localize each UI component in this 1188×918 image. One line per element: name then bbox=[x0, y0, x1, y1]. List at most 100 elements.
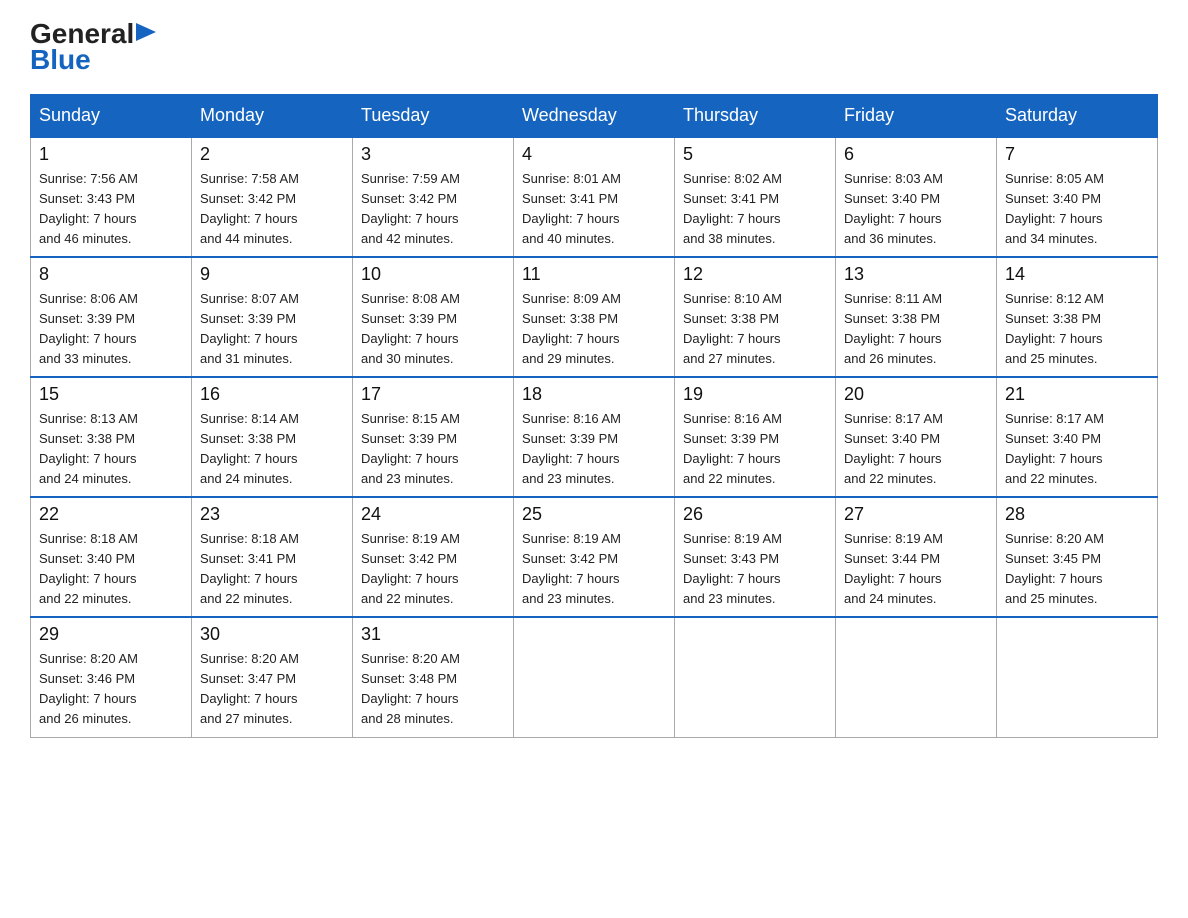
calendar-cell: 23 Sunrise: 8:18 AM Sunset: 3:41 PM Dayl… bbox=[192, 497, 353, 617]
day-number: 6 bbox=[844, 144, 988, 165]
day-info: Sunrise: 8:19 AM Sunset: 3:43 PM Dayligh… bbox=[683, 529, 827, 610]
day-number: 29 bbox=[39, 624, 183, 645]
week-row-1: 1 Sunrise: 7:56 AM Sunset: 3:43 PM Dayli… bbox=[31, 137, 1158, 257]
day-info: Sunrise: 8:11 AM Sunset: 3:38 PM Dayligh… bbox=[844, 289, 988, 370]
calendar-cell: 28 Sunrise: 8:20 AM Sunset: 3:45 PM Dayl… bbox=[997, 497, 1158, 617]
day-info: Sunrise: 8:17 AM Sunset: 3:40 PM Dayligh… bbox=[1005, 409, 1149, 490]
calendar-cell bbox=[836, 617, 997, 737]
day-number: 16 bbox=[200, 384, 344, 405]
calendar-cell: 21 Sunrise: 8:17 AM Sunset: 3:40 PM Dayl… bbox=[997, 377, 1158, 497]
day-info: Sunrise: 8:08 AM Sunset: 3:39 PM Dayligh… bbox=[361, 289, 505, 370]
day-info: Sunrise: 7:56 AM Sunset: 3:43 PM Dayligh… bbox=[39, 169, 183, 250]
calendar-cell: 30 Sunrise: 8:20 AM Sunset: 3:47 PM Dayl… bbox=[192, 617, 353, 737]
logo-blue-text: Blue bbox=[30, 44, 91, 76]
day-info: Sunrise: 8:20 AM Sunset: 3:46 PM Dayligh… bbox=[39, 649, 183, 730]
calendar-cell: 2 Sunrise: 7:58 AM Sunset: 3:42 PM Dayli… bbox=[192, 137, 353, 257]
week-row-2: 8 Sunrise: 8:06 AM Sunset: 3:39 PM Dayli… bbox=[31, 257, 1158, 377]
day-info: Sunrise: 8:14 AM Sunset: 3:38 PM Dayligh… bbox=[200, 409, 344, 490]
day-number: 23 bbox=[200, 504, 344, 525]
day-info: Sunrise: 8:06 AM Sunset: 3:39 PM Dayligh… bbox=[39, 289, 183, 370]
calendar-table: SundayMondayTuesdayWednesdayThursdayFrid… bbox=[30, 94, 1158, 738]
day-info: Sunrise: 8:16 AM Sunset: 3:39 PM Dayligh… bbox=[522, 409, 666, 490]
day-info: Sunrise: 8:20 AM Sunset: 3:45 PM Dayligh… bbox=[1005, 529, 1149, 610]
logo: General Blue bbox=[30, 20, 156, 76]
day-number: 26 bbox=[683, 504, 827, 525]
logo-arrow-icon bbox=[136, 21, 156, 43]
calendar-cell: 11 Sunrise: 8:09 AM Sunset: 3:38 PM Dayl… bbox=[514, 257, 675, 377]
calendar-cell: 5 Sunrise: 8:02 AM Sunset: 3:41 PM Dayli… bbox=[675, 137, 836, 257]
day-info: Sunrise: 7:58 AM Sunset: 3:42 PM Dayligh… bbox=[200, 169, 344, 250]
day-number: 24 bbox=[361, 504, 505, 525]
day-info: Sunrise: 8:15 AM Sunset: 3:39 PM Dayligh… bbox=[361, 409, 505, 490]
day-number: 21 bbox=[1005, 384, 1149, 405]
day-info: Sunrise: 8:16 AM Sunset: 3:39 PM Dayligh… bbox=[683, 409, 827, 490]
calendar-cell: 14 Sunrise: 8:12 AM Sunset: 3:38 PM Dayl… bbox=[997, 257, 1158, 377]
day-number: 20 bbox=[844, 384, 988, 405]
day-number: 11 bbox=[522, 264, 666, 285]
day-info: Sunrise: 8:13 AM Sunset: 3:38 PM Dayligh… bbox=[39, 409, 183, 490]
day-info: Sunrise: 8:01 AM Sunset: 3:41 PM Dayligh… bbox=[522, 169, 666, 250]
calendar-cell: 16 Sunrise: 8:14 AM Sunset: 3:38 PM Dayl… bbox=[192, 377, 353, 497]
calendar-cell: 4 Sunrise: 8:01 AM Sunset: 3:41 PM Dayli… bbox=[514, 137, 675, 257]
calendar-cell: 24 Sunrise: 8:19 AM Sunset: 3:42 PM Dayl… bbox=[353, 497, 514, 617]
calendar-cell: 17 Sunrise: 8:15 AM Sunset: 3:39 PM Dayl… bbox=[353, 377, 514, 497]
calendar-header-row: SundayMondayTuesdayWednesdayThursdayFrid… bbox=[31, 95, 1158, 138]
calendar-cell: 31 Sunrise: 8:20 AM Sunset: 3:48 PM Dayl… bbox=[353, 617, 514, 737]
day-info: Sunrise: 8:17 AM Sunset: 3:40 PM Dayligh… bbox=[844, 409, 988, 490]
header-sunday: Sunday bbox=[31, 95, 192, 138]
day-number: 1 bbox=[39, 144, 183, 165]
day-number: 12 bbox=[683, 264, 827, 285]
day-number: 18 bbox=[522, 384, 666, 405]
day-number: 13 bbox=[844, 264, 988, 285]
calendar-cell: 27 Sunrise: 8:19 AM Sunset: 3:44 PM Dayl… bbox=[836, 497, 997, 617]
day-number: 30 bbox=[200, 624, 344, 645]
calendar-cell: 7 Sunrise: 8:05 AM Sunset: 3:40 PM Dayli… bbox=[997, 137, 1158, 257]
day-info: Sunrise: 7:59 AM Sunset: 3:42 PM Dayligh… bbox=[361, 169, 505, 250]
day-info: Sunrise: 8:12 AM Sunset: 3:38 PM Dayligh… bbox=[1005, 289, 1149, 370]
calendar-cell: 29 Sunrise: 8:20 AM Sunset: 3:46 PM Dayl… bbox=[31, 617, 192, 737]
calendar-cell: 18 Sunrise: 8:16 AM Sunset: 3:39 PM Dayl… bbox=[514, 377, 675, 497]
day-info: Sunrise: 8:10 AM Sunset: 3:38 PM Dayligh… bbox=[683, 289, 827, 370]
day-info: Sunrise: 8:20 AM Sunset: 3:48 PM Dayligh… bbox=[361, 649, 505, 730]
day-number: 3 bbox=[361, 144, 505, 165]
day-number: 10 bbox=[361, 264, 505, 285]
calendar-cell bbox=[675, 617, 836, 737]
day-number: 4 bbox=[522, 144, 666, 165]
calendar-cell: 15 Sunrise: 8:13 AM Sunset: 3:38 PM Dayl… bbox=[31, 377, 192, 497]
day-number: 9 bbox=[200, 264, 344, 285]
day-info: Sunrise: 8:02 AM Sunset: 3:41 PM Dayligh… bbox=[683, 169, 827, 250]
calendar-cell bbox=[997, 617, 1158, 737]
calendar-cell: 1 Sunrise: 7:56 AM Sunset: 3:43 PM Dayli… bbox=[31, 137, 192, 257]
day-info: Sunrise: 8:07 AM Sunset: 3:39 PM Dayligh… bbox=[200, 289, 344, 370]
header-tuesday: Tuesday bbox=[353, 95, 514, 138]
day-info: Sunrise: 8:18 AM Sunset: 3:41 PM Dayligh… bbox=[200, 529, 344, 610]
day-info: Sunrise: 8:18 AM Sunset: 3:40 PM Dayligh… bbox=[39, 529, 183, 610]
day-number: 2 bbox=[200, 144, 344, 165]
day-info: Sunrise: 8:05 AM Sunset: 3:40 PM Dayligh… bbox=[1005, 169, 1149, 250]
day-number: 8 bbox=[39, 264, 183, 285]
day-number: 27 bbox=[844, 504, 988, 525]
header-saturday: Saturday bbox=[997, 95, 1158, 138]
calendar-cell: 12 Sunrise: 8:10 AM Sunset: 3:38 PM Dayl… bbox=[675, 257, 836, 377]
day-number: 25 bbox=[522, 504, 666, 525]
calendar-cell: 20 Sunrise: 8:17 AM Sunset: 3:40 PM Dayl… bbox=[836, 377, 997, 497]
day-info: Sunrise: 8:19 AM Sunset: 3:44 PM Dayligh… bbox=[844, 529, 988, 610]
calendar-cell: 22 Sunrise: 8:18 AM Sunset: 3:40 PM Dayl… bbox=[31, 497, 192, 617]
week-row-3: 15 Sunrise: 8:13 AM Sunset: 3:38 PM Dayl… bbox=[31, 377, 1158, 497]
calendar-cell: 3 Sunrise: 7:59 AM Sunset: 3:42 PM Dayli… bbox=[353, 137, 514, 257]
day-number: 17 bbox=[361, 384, 505, 405]
day-number: 19 bbox=[683, 384, 827, 405]
day-number: 14 bbox=[1005, 264, 1149, 285]
day-info: Sunrise: 8:20 AM Sunset: 3:47 PM Dayligh… bbox=[200, 649, 344, 730]
calendar-cell: 26 Sunrise: 8:19 AM Sunset: 3:43 PM Dayl… bbox=[675, 497, 836, 617]
calendar-cell: 9 Sunrise: 8:07 AM Sunset: 3:39 PM Dayli… bbox=[192, 257, 353, 377]
day-info: Sunrise: 8:19 AM Sunset: 3:42 PM Dayligh… bbox=[361, 529, 505, 610]
day-number: 5 bbox=[683, 144, 827, 165]
day-info: Sunrise: 8:03 AM Sunset: 3:40 PM Dayligh… bbox=[844, 169, 988, 250]
day-number: 15 bbox=[39, 384, 183, 405]
calendar-cell: 19 Sunrise: 8:16 AM Sunset: 3:39 PM Dayl… bbox=[675, 377, 836, 497]
day-number: 28 bbox=[1005, 504, 1149, 525]
header-thursday: Thursday bbox=[675, 95, 836, 138]
calendar-cell: 25 Sunrise: 8:19 AM Sunset: 3:42 PM Dayl… bbox=[514, 497, 675, 617]
day-number: 22 bbox=[39, 504, 183, 525]
